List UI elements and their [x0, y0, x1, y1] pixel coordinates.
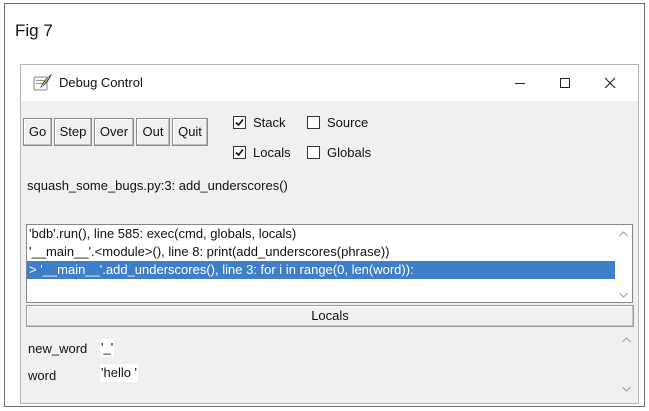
- title-bar[interactable]: Debug Control: [21, 65, 638, 101]
- over-button[interactable]: Over: [94, 118, 134, 146]
- locals-scrollbar[interactable]: [618, 329, 635, 399]
- stack-checkbox-label: Stack: [253, 115, 286, 130]
- step-button[interactable]: Step: [54, 118, 92, 146]
- scroll-down-icon[interactable]: [619, 290, 628, 299]
- checkbox-unchecked-icon: [307, 146, 320, 159]
- local-variable-name: new_word: [28, 341, 88, 356]
- locals-checkbox[interactable]: Locals: [233, 145, 291, 160]
- scroll-up-icon[interactable]: [619, 229, 628, 238]
- stack-frame-row[interactable]: 'bdb'.run(), line 585: exec(cmd, globals…: [27, 225, 615, 243]
- debug-control-window: Debug Control Go Step Over Out Quit Stac…: [20, 64, 639, 404]
- stack-frame-row[interactable]: '__main__'.<module>(), line 8: print(add…: [27, 243, 615, 261]
- stack-frame-row-selected[interactable]: > '__main__'.add_underscores(), line 3: …: [27, 261, 615, 279]
- minimize-icon: [514, 83, 525, 84]
- locals-panel[interactable]: new_word '_' word 'hello ': [26, 329, 635, 399]
- checkbox-unchecked-icon: [307, 116, 320, 129]
- figure-label: Fig 7: [15, 21, 53, 40]
- window-title: Debug Control: [59, 75, 143, 90]
- go-button[interactable]: Go: [23, 118, 52, 146]
- close-icon: [604, 77, 615, 89]
- local-variable-value[interactable]: 'hello ': [100, 364, 139, 382]
- maximize-icon: [559, 78, 570, 88]
- stack-frame-list[interactable]: 'bdb'.run(), line 585: exec(cmd, globals…: [26, 224, 633, 303]
- source-checkbox-label: Source: [327, 115, 369, 130]
- close-button[interactable]: [587, 65, 632, 101]
- maximize-button[interactable]: [542, 65, 587, 101]
- checkbox-checked-icon: [233, 116, 246, 129]
- python-feather-icon: [33, 73, 52, 91]
- locals-header: Locals: [26, 305, 634, 327]
- out-button[interactable]: Out: [136, 118, 170, 146]
- stack-checkbox[interactable]: Stack: [233, 115, 286, 130]
- checkbox-checked-icon: [233, 146, 246, 159]
- figure-frame: Fig 7 Debug Control Go Step Over Out Qui…: [4, 3, 645, 407]
- stack-scrollbar[interactable]: [615, 225, 632, 302]
- local-variable-name: word: [28, 368, 57, 383]
- source-checkbox[interactable]: Source: [307, 115, 368, 130]
- scroll-down-icon[interactable]: [622, 384, 631, 393]
- quit-button[interactable]: Quit: [172, 118, 208, 146]
- local-variable-value[interactable]: '_': [100, 339, 115, 357]
- globals-checkbox[interactable]: Globals: [307, 145, 371, 160]
- status-line: squash_some_bugs.py:3: add_underscores(): [27, 178, 288, 193]
- minimize-button[interactable]: [497, 65, 542, 101]
- locals-checkbox-label: Locals: [253, 145, 291, 160]
- scroll-up-icon[interactable]: [622, 335, 631, 344]
- globals-checkbox-label: Globals: [327, 145, 372, 160]
